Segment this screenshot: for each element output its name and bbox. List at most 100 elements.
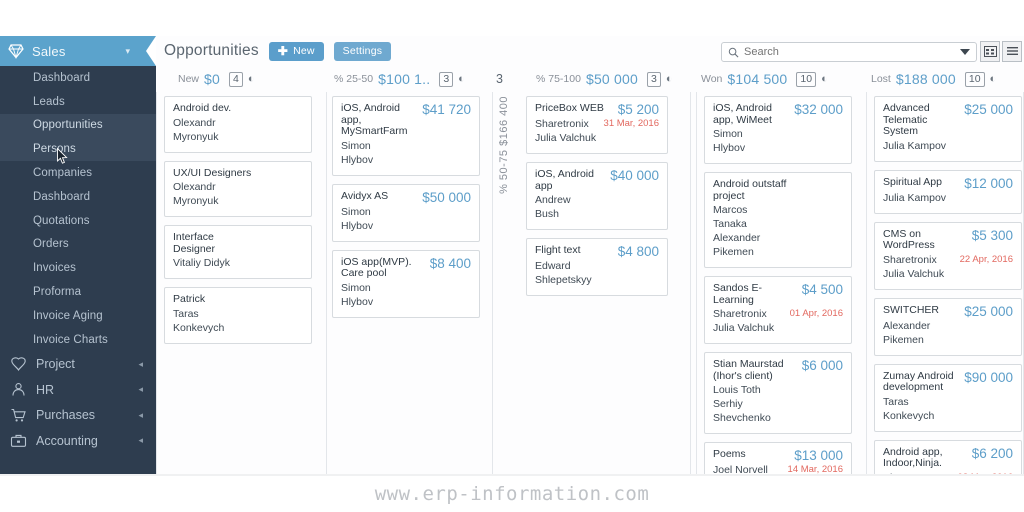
column-count-p75-100: 3 bbox=[646, 71, 661, 87]
sidebar-group-accounting[interactable]: Accounting ◂ bbox=[0, 428, 156, 454]
gem-icon bbox=[8, 44, 24, 59]
search-box[interactable] bbox=[721, 42, 977, 62]
card-date: 01 Apr, 2016 bbox=[789, 308, 843, 319]
chevron-left-icon[interactable]: ◂ bbox=[138, 435, 143, 446]
collapse-left-icon[interactable]: ◐ bbox=[458, 73, 465, 85]
collapse-left-icon[interactable]: ◐ bbox=[990, 73, 997, 85]
sidebar-group-hr[interactable]: HR ◂ bbox=[0, 377, 156, 403]
sidebar-group-purchases[interactable]: Purchases ◂ bbox=[0, 403, 156, 429]
card-title: Advanced Telematic System bbox=[883, 102, 930, 137]
card-amount: $12 000 bbox=[964, 175, 1013, 191]
sidebar-item-quotations[interactable]: Quotations bbox=[0, 209, 156, 233]
sidebar-item-label: Invoices bbox=[33, 262, 76, 275]
caret-down-icon[interactable] bbox=[960, 49, 970, 55]
card-person: Hlybov bbox=[341, 153, 374, 166]
opportunity-card[interactable]: iOS, Android app, MySmartFarm $41 720 Simo… bbox=[332, 96, 480, 176]
card-title: Android app, Indoor,Ninja. bbox=[883, 445, 943, 469]
sidebar-group-project[interactable]: Project ◂ bbox=[0, 352, 156, 378]
sidebar-item-orders[interactable]: Orders bbox=[0, 233, 156, 257]
card-amount: $50 000 bbox=[422, 189, 471, 205]
sidebar-item-invoice-charts[interactable]: Invoice Charts bbox=[0, 328, 156, 352]
new-button[interactable]: ✚ New bbox=[268, 41, 324, 61]
opportunity-card[interactable]: Spiritual App $12 000 Julia Kampov bbox=[874, 169, 1022, 214]
collapse-left-icon[interactable]: ◐ bbox=[248, 73, 255, 85]
kanban-view-icon[interactable] bbox=[980, 41, 1000, 62]
card-list-p50-75: PriceBox WEB $5 200 Sharetronix 31 Mar, 201… bbox=[526, 96, 668, 304]
sidebar-item-persons[interactable]: Persons bbox=[0, 137, 156, 162]
sidebar-item-label: Companies bbox=[33, 167, 93, 180]
column-percent-p25-50: % 25-50 bbox=[334, 73, 374, 85]
card-title: UX/UI Designers bbox=[173, 166, 252, 179]
sidebar-item-proforma[interactable]: Proforma bbox=[0, 280, 156, 304]
card-person: Julia Valchuk bbox=[713, 322, 775, 334]
sidebar-item-label: Leads bbox=[33, 95, 65, 108]
column-vertical-label-p50-75: % 50-75 $166 400 bbox=[498, 96, 510, 194]
sidebar-sub-list: Dashboard Leads Opportunities Persons Compan… bbox=[0, 66, 156, 352]
card-title: Avidyx AS bbox=[341, 189, 389, 202]
opportunity-card[interactable]: Stian Maurstad (Ihor's client) $6 000 Loui… bbox=[704, 352, 852, 434]
opportunity-card[interactable]: iOS, Android app $40 000 Andrew Bush bbox=[526, 162, 668, 230]
card-amount: $5 200 bbox=[617, 102, 659, 117]
sidebar-item-opportunities[interactable]: Opportunities bbox=[0, 113, 156, 138]
card-title: iOS, Android app bbox=[535, 168, 594, 192]
card-person: Simon bbox=[341, 281, 371, 294]
opportunity-card[interactable]: UX/UI Designers Olexandr Myronyuk bbox=[164, 160, 312, 217]
opportunity-card[interactable]: CMS on WordPress $5 300 Sharetronix 22 Apr,… bbox=[874, 221, 1022, 290]
collapse-left-icon[interactable]: ◐ bbox=[821, 73, 828, 85]
sidebar-module-header[interactable]: Sales ▾ bbox=[0, 36, 156, 66]
opportunity-card[interactable]: Patrick Taras Konkevych bbox=[164, 287, 312, 344]
card-person: Simon bbox=[341, 139, 371, 152]
sidebar-item-dashboard[interactable]: Dashboard bbox=[0, 66, 156, 90]
opportunity-card[interactable]: Avidyx AS $50 000 Simon Hlybov bbox=[332, 183, 480, 242]
card-title: SWITCHER bbox=[883, 303, 939, 316]
opportunity-card[interactable]: Flight text $4 800 Edward Shlepetskyy bbox=[526, 238, 668, 296]
collapse-left-icon[interactable]: ◐ bbox=[666, 73, 673, 85]
opportunity-card[interactable]: Interface Designer Vitaliy Didyk bbox=[164, 225, 312, 279]
top-strip bbox=[0, 0, 1024, 36]
opportunity-card[interactable]: Advanced Telematic System $25 000 Julia Ka… bbox=[874, 96, 1022, 162]
card-title: Flight text bbox=[535, 244, 581, 256]
opportunity-card[interactable]: iOS, Android app, WiMeet $32 000 Simon Hlyb… bbox=[704, 96, 852, 164]
card-person: Marcos bbox=[713, 204, 748, 216]
search-input[interactable] bbox=[744, 46, 956, 58]
chevron-down-icon[interactable]: ▾ bbox=[125, 46, 130, 57]
card-title: Spiritual App bbox=[883, 175, 942, 188]
column-amount-new: $0 bbox=[204, 71, 220, 87]
sidebar-item-label: Quotations bbox=[33, 214, 90, 227]
sidebar-group-label: HR bbox=[36, 382, 55, 397]
column-won: iOS, Android app, WiMeet $32 000 Simon Hlyb… bbox=[696, 92, 866, 512]
chevron-left-icon[interactable]: ◂ bbox=[138, 359, 143, 370]
opportunity-card[interactable]: SWITCHER $25 000 Alexander Pikemen bbox=[874, 297, 1022, 356]
sidebar-item-label: Orders bbox=[33, 238, 69, 251]
sidebar-item-invoice-aging[interactable]: Invoice Aging bbox=[0, 304, 156, 328]
opportunity-card[interactable]: PriceBox WEB $5 200 Sharetronix 31 Mar, 201… bbox=[526, 96, 668, 154]
chevron-left-icon[interactable]: ◂ bbox=[138, 384, 143, 395]
card-person: Taras bbox=[883, 395, 909, 408]
card-person: Bush bbox=[535, 208, 559, 220]
card-person: Alexander bbox=[713, 232, 761, 244]
sidebar-item-leads[interactable]: Leads bbox=[0, 90, 156, 114]
card-list-won: iOS, Android app, WiMeet $32 000 Simon Hlyb… bbox=[704, 96, 852, 512]
chevron-left-icon[interactable]: ◂ bbox=[138, 410, 143, 421]
sidebar-item-companies[interactable]: Companies bbox=[0, 161, 156, 185]
opportunity-card[interactable]: iOS app(MVP). Care pool $8 400 Simon Hlybov bbox=[332, 249, 480, 318]
opportunity-card[interactable]: Sandos E-Learning $4 500 Sharetronix 01 Apr… bbox=[704, 276, 852, 344]
sidebar-item-dashboard[interactable]: Dashboard bbox=[0, 185, 156, 209]
opportunity-card[interactable]: Zumay Android development $90 000 Taras Kon… bbox=[874, 363, 1022, 432]
sidebar-group-label: Project bbox=[36, 357, 75, 372]
column-header-p50-75: 3 bbox=[496, 66, 503, 92]
settings-button[interactable]: Settings bbox=[333, 41, 392, 61]
card-person: Sharetronix bbox=[713, 308, 767, 320]
opportunity-card[interactable]: Android outstaff project Marcos Tanaka Alex… bbox=[704, 172, 852, 268]
column-percent-p75-100: % 75-100 bbox=[536, 73, 581, 85]
card-amount: $25 000 bbox=[964, 102, 1013, 117]
list-view-icon[interactable] bbox=[1002, 41, 1022, 62]
card-title: Sandos E-Learning bbox=[713, 282, 763, 306]
opportunity-card[interactable]: Android dev. Olexandr Myronyuk bbox=[164, 96, 312, 153]
card-title: iOS, Android app, MySmartFarm bbox=[341, 102, 408, 137]
card-date: 31 Mar, 2016 bbox=[603, 118, 659, 129]
sidebar-item-invoices[interactable]: Invoices bbox=[0, 256, 156, 280]
column-amount-p25-50: $100 1.. bbox=[378, 71, 431, 87]
column-header-lost: Lost $188 000 10 ◐ bbox=[871, 66, 996, 92]
card-person: Sharetronix bbox=[883, 253, 937, 266]
